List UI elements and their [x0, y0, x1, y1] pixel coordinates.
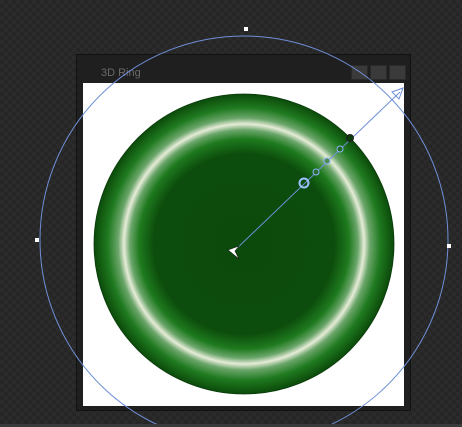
ring-handle-small-2[interactable] — [323, 157, 331, 165]
ring-handle-small-3[interactable] — [336, 145, 344, 153]
handle-top[interactable] — [244, 27, 248, 31]
ring-handle-small-1[interactable] — [312, 168, 320, 176]
ring-handle-outer[interactable] — [346, 134, 354, 142]
panel-controls — [351, 65, 406, 80]
maximize-control[interactable] — [370, 65, 387, 80]
handle-left[interactable] — [35, 238, 39, 242]
workspace-canvas: 3D Ring — [0, 0, 462, 427]
panel-title: 3D Ring — [101, 67, 141, 79]
close-control[interactable] — [389, 65, 406, 80]
minimize-control[interactable] — [351, 65, 368, 80]
handle-right[interactable] — [447, 244, 451, 248]
panel-titlebar[interactable]: 3D Ring — [77, 55, 410, 82]
